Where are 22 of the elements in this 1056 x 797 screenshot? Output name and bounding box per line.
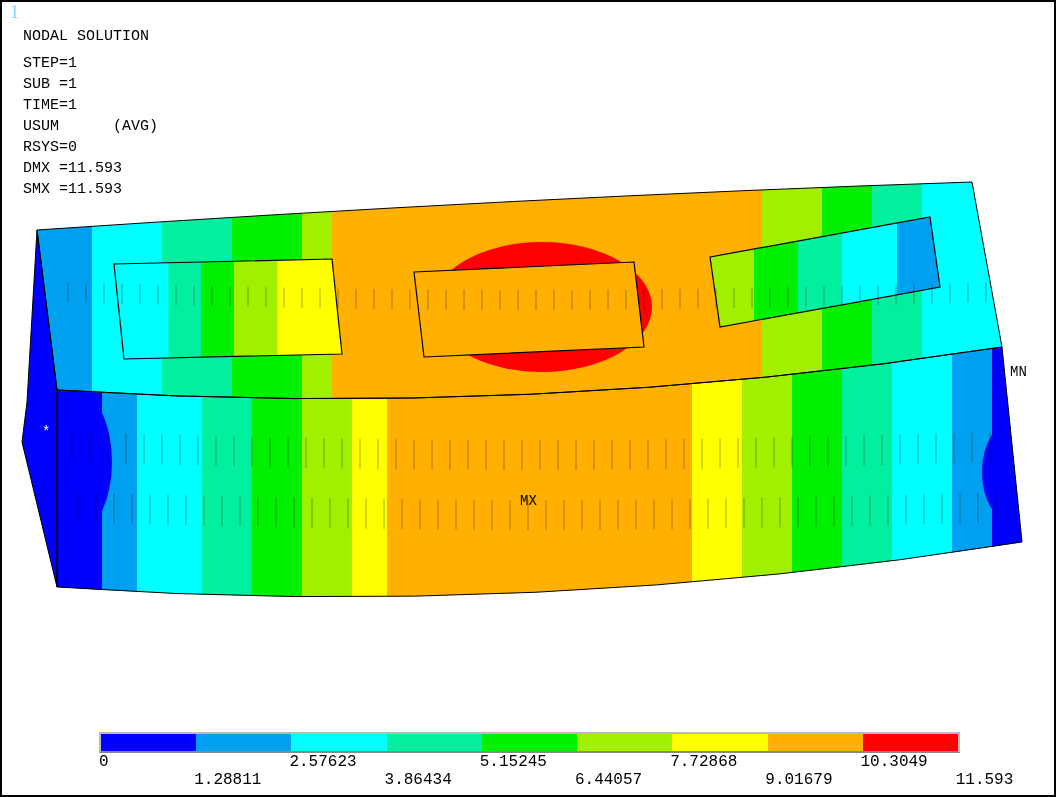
legend-value: 10.3049 — [860, 753, 928, 771]
maximum-label: MX — [520, 493, 537, 509]
legend-value: 2.57623 — [289, 753, 357, 771]
minimum-label: MN — [1010, 364, 1027, 380]
result-info-line: SUB =1 — [23, 75, 77, 95]
legend-value: 5.15245 — [479, 753, 547, 771]
legend-value: 0 — [99, 753, 109, 771]
result-info-line: SMX =11.593 — [23, 180, 123, 200]
window-number: 1 — [10, 2, 19, 23]
legend-value: 11.593 — [955, 771, 1014, 789]
legend-value: 1.28811 — [194, 771, 262, 789]
result-info-line: DMX =11.593 — [23, 159, 123, 179]
legend-value: 7.72868 — [670, 753, 738, 771]
node-marker: * — [42, 424, 51, 440]
result-info-line: RSYS=0 — [23, 138, 77, 158]
legend-value: 3.86434 — [384, 771, 452, 789]
plot-title: NODAL SOLUTION — [23, 27, 150, 47]
result-info-line: USUM (AVG) — [23, 117, 159, 137]
legend-value: 6.44057 — [574, 771, 643, 789]
legend-value: 9.01679 — [765, 771, 833, 789]
result-info-line: STEP=1 — [23, 54, 77, 74]
result-info-line: TIME=1 — [23, 96, 77, 116]
